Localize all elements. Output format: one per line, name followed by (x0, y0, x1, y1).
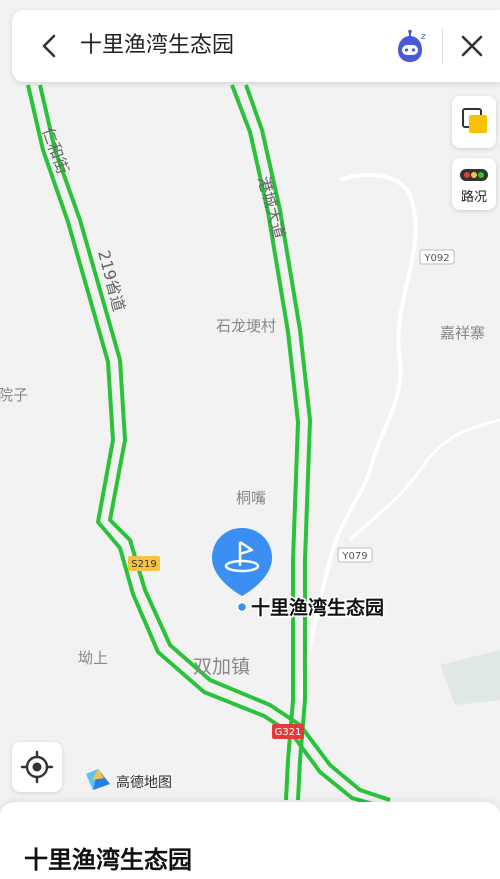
assistant-robot-icon[interactable]: z (390, 28, 430, 68)
search-bar[interactable]: 十里渔湾生态园 z (12, 10, 500, 82)
svg-text:Y092: Y092 (423, 253, 449, 264)
amap-logo-icon (86, 769, 110, 790)
svg-text:Y079: Y079 (341, 551, 367, 562)
map-canvas[interactable]: 石龙埂村 嘉祥寨 院子 桐嘴 坳上 双加镇 仁和街 219省道 港城大道 Y09… (0, 0, 500, 879)
bottom-sheet[interactable]: 十里渔湾生态园 (0, 802, 500, 879)
layers-button[interactable] (452, 96, 496, 148)
road-badge: Y092 (419, 249, 455, 265)
traffic-button[interactable]: 路况 (452, 158, 496, 210)
traffic-light-icon (460, 169, 488, 181)
locate-icon (20, 750, 54, 784)
poi-dot (236, 601, 248, 613)
svg-text:z: z (421, 32, 426, 42)
svg-text:S219: S219 (131, 559, 156, 570)
green-area (440, 650, 500, 705)
highway-left (26, 84, 391, 808)
svg-text:G321: G321 (275, 727, 302, 738)
place-label: 双加镇 (193, 656, 250, 678)
place-label: 嘉祥寨 (440, 324, 485, 342)
minor-road (348, 418, 500, 542)
poi-marker-icon[interactable] (212, 528, 272, 596)
road-badge: S219 (128, 556, 160, 571)
divider (442, 28, 443, 64)
close-icon[interactable] (458, 32, 486, 60)
poi-label[interactable]: 十里渔湾生态园 (250, 595, 386, 621)
road-badge: Y079 (337, 547, 373, 563)
road-badge: G321 (272, 724, 304, 739)
road-label: 港城大道 (254, 174, 289, 241)
place-label: 坳上 (78, 649, 108, 667)
traffic-label: 路况 (460, 190, 487, 205)
place-label: 院子 (0, 386, 28, 404)
layers-icon (462, 108, 487, 133)
search-title[interactable]: 十里渔湾生态园 (80, 30, 234, 62)
locate-button[interactable] (12, 742, 62, 792)
sheet-title: 十里渔湾生态园 (24, 846, 192, 874)
logo-text: 高德地图 (116, 775, 172, 791)
place-label: 石龙埂村 (216, 317, 276, 335)
place-label: 桐嘴 (236, 489, 266, 507)
minor-road (298, 173, 418, 701)
back-icon[interactable] (36, 32, 64, 60)
